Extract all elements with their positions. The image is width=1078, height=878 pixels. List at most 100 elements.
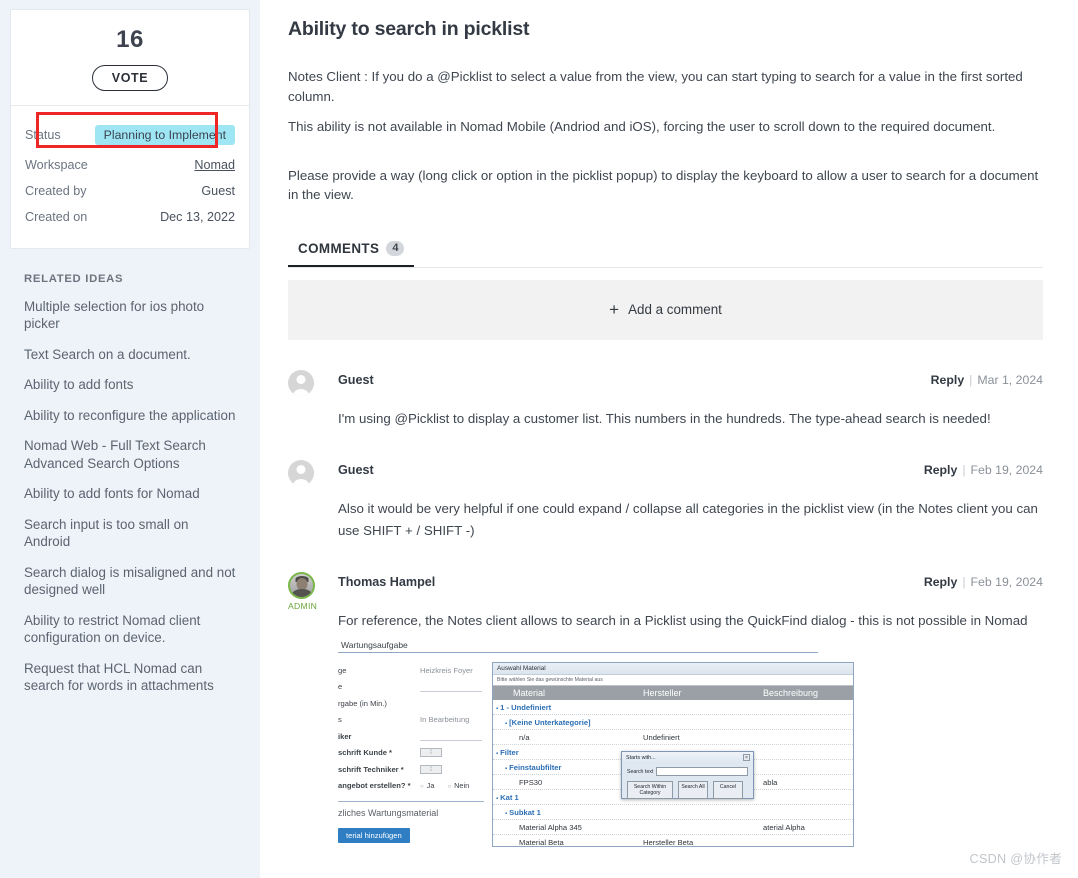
vote-count: 16: [116, 26, 144, 53]
form-section-title: zliches Wartungsmaterial: [338, 808, 439, 819]
add-comment-button[interactable]: + Add a comment: [288, 279, 1043, 340]
related-idea-item[interactable]: Nomad Web - Full Text Search Advanced Se…: [24, 431, 236, 479]
vote-button[interactable]: VOTE: [91, 65, 169, 91]
quickfind-dialog: Starts with... × Search text Search With…: [621, 751, 754, 799]
main-content: Ability to search in picklist Notes Clie…: [260, 0, 1078, 878]
meta-value-created-by: Guest: [201, 184, 235, 198]
idea-meta-list: Status Planning to Implement Workspace N…: [11, 106, 249, 248]
picker-row[interactable]: ▪ Subkat 1: [493, 805, 853, 820]
related-idea-item[interactable]: Multiple selection for ios photo picker: [24, 291, 236, 339]
form-row: e: [338, 679, 488, 696]
radio-group[interactable]: Ja Nein: [420, 781, 470, 790]
cancel-button[interactable]: Cancel: [713, 781, 743, 799]
tab-comments[interactable]: COMMENTS 4: [288, 240, 415, 267]
comment-avatar-column: [288, 369, 338, 430]
comment-header: Guest Reply | Feb 19, 2024: [338, 460, 1043, 480]
form-row: s In Bearbeitung: [338, 712, 488, 729]
form-label: rgabe (in Min.): [338, 698, 387, 708]
admin-badge: ADMIN: [288, 600, 318, 611]
quickfind-title: Starts with...: [626, 754, 656, 761]
admin-avatar-photo: [288, 571, 315, 599]
column-header-beschreibung[interactable]: Beschreibung: [763, 688, 853, 698]
close-icon[interactable]: ×: [743, 754, 750, 761]
column-header-hersteller[interactable]: Hersteller: [643, 688, 763, 698]
meta-label-created-by: Created by: [25, 184, 87, 198]
row-beschreibung: abla: [763, 777, 778, 787]
picker-row[interactable]: ▪ [Keine Unterkategorie]: [493, 715, 853, 730]
meta-separator: |: [969, 372, 973, 387]
row-label: Material Beta: [519, 837, 564, 847]
embedded-doc-title: Wartungsaufgabe: [341, 639, 408, 650]
collapse-toggle-icon[interactable]: ▪: [496, 706, 498, 712]
tab-comments-label: COMMENTS: [298, 240, 380, 256]
related-idea-item[interactable]: Ability to reconfigure the application: [24, 400, 236, 431]
related-idea-item[interactable]: Search input is too small on Android: [24, 509, 236, 557]
meta-separator: |: [962, 574, 966, 589]
form-picker-button[interactable]: ⁞: [420, 764, 442, 774]
quickfind-titlebar: Starts with... ×: [622, 752, 753, 763]
quickfind-search-input[interactable]: [656, 767, 748, 776]
collapse-toggle-icon[interactable]: ▪: [505, 721, 507, 727]
picker-category-label[interactable]: ▪ 1 - Undefiniert: [493, 703, 643, 712]
form-input[interactable]: [420, 682, 482, 692]
collapse-toggle-icon[interactable]: ▪: [496, 796, 498, 802]
add-comment-label: Add a comment: [628, 302, 722, 317]
row-label: n/a: [519, 732, 530, 742]
related-idea-item[interactable]: Ability to add fonts for Nomad: [24, 479, 236, 510]
comment-meta: Reply | Feb 19, 2024: [924, 575, 1043, 589]
user-avatar-icon: [288, 459, 314, 486]
add-material-button[interactable]: terial hinzufügen: [338, 828, 410, 844]
form-picker-button[interactable]: ⁞: [420, 748, 442, 758]
comment-item: Guest Reply | Feb 19, 2024 Also it would b…: [288, 459, 1043, 542]
related-idea-item[interactable]: Ability to add fonts: [24, 370, 236, 401]
comment-header: Guest Reply | Mar 1, 2024: [338, 370, 1043, 390]
related-idea-item[interactable]: Ability to restrict Nomad client configu…: [24, 605, 236, 653]
search-within-category-button[interactable]: Search Within Category: [627, 781, 673, 799]
reply-link[interactable]: Reply: [924, 463, 958, 477]
reply-link[interactable]: Reply: [924, 575, 958, 589]
related-ideas-list: Multiple selection for ios photo picker …: [10, 291, 250, 701]
picker-row[interactable]: ▪ 1 - Undefiniert: [493, 700, 853, 715]
collapse-toggle-icon[interactable]: ▪: [505, 811, 507, 817]
form-value: In Bearbeitung: [420, 715, 470, 725]
radio-option-nein[interactable]: Nein: [447, 781, 469, 790]
page-title: Ability to search in picklist: [288, 18, 530, 40]
related-idea-item[interactable]: Text Search on a document.: [24, 339, 236, 370]
idea-paragraph: Notes Client : If you do a @Picklist to …: [288, 69, 1023, 104]
comment-text: For reference, the Notes client allows t…: [338, 612, 1028, 628]
picker-row[interactable]: n/a Undefiniert: [493, 730, 853, 745]
comment-author: Guest: [338, 462, 374, 477]
comment-body: Guest Reply | Mar 1, 2024 I'm using @Pickl…: [338, 370, 1043, 430]
embedded-screenshot-image[interactable]: Wartungsaufgabe ge Heizkreis Foyer e rga…: [338, 638, 854, 849]
picker-category-label[interactable]: ▪ [Keine Unterkategorie]: [493, 718, 643, 727]
search-all-button[interactable]: Search All: [678, 781, 708, 799]
picker-category-label[interactable]: ▪ Subkat 1: [493, 808, 643, 817]
picker-row[interactable]: Material Beta Hersteller Beta: [493, 835, 853, 849]
reply-link[interactable]: Reply: [931, 373, 965, 387]
meta-row-status: Status Planning to Implement: [25, 112, 235, 148]
watermark: CSDN @协作者: [969, 852, 1062, 866]
form-label: schrift Kunde *: [338, 748, 393, 758]
workspace-link[interactable]: Nomad: [194, 158, 235, 172]
collapse-toggle-icon[interactable]: ▪: [505, 766, 507, 772]
related-idea-item[interactable]: Request that HCL Nomad can search for wo…: [24, 653, 236, 701]
row-label: Subkat 1: [509, 807, 541, 817]
form-input[interactable]: [420, 731, 482, 742]
comment-text: I'm using @Picklist to display a custome…: [338, 410, 991, 426]
form-row: angebot erstellen? * Ja Nein: [338, 778, 488, 795]
form-value: Heizkreis Foyer: [420, 665, 473, 675]
row-label: 1 - Undefiniert: [500, 702, 552, 712]
form-label: angebot erstellen? *: [338, 781, 411, 791]
avatar-body-shape: [291, 588, 312, 597]
meta-row-created-by: Created by Guest: [25, 178, 235, 204]
picker-row[interactable]: Material Alpha 345 aterial Alpha: [493, 820, 853, 835]
collapse-toggle-icon[interactable]: ▪: [496, 751, 498, 757]
vote-section: 16 VOTE: [11, 10, 249, 105]
tab-bar: COMMENTS 4: [288, 240, 1043, 268]
column-header-material[interactable]: Material: [493, 688, 643, 698]
status-badge[interactable]: Planning to Implement: [94, 125, 235, 145]
related-idea-item[interactable]: Search dialog is misaligned and not desi…: [24, 557, 236, 605]
comment-author: Guest: [338, 372, 374, 387]
radio-option-ja[interactable]: Ja: [420, 781, 435, 790]
row-hersteller: Undefiniert: [643, 732, 680, 742]
